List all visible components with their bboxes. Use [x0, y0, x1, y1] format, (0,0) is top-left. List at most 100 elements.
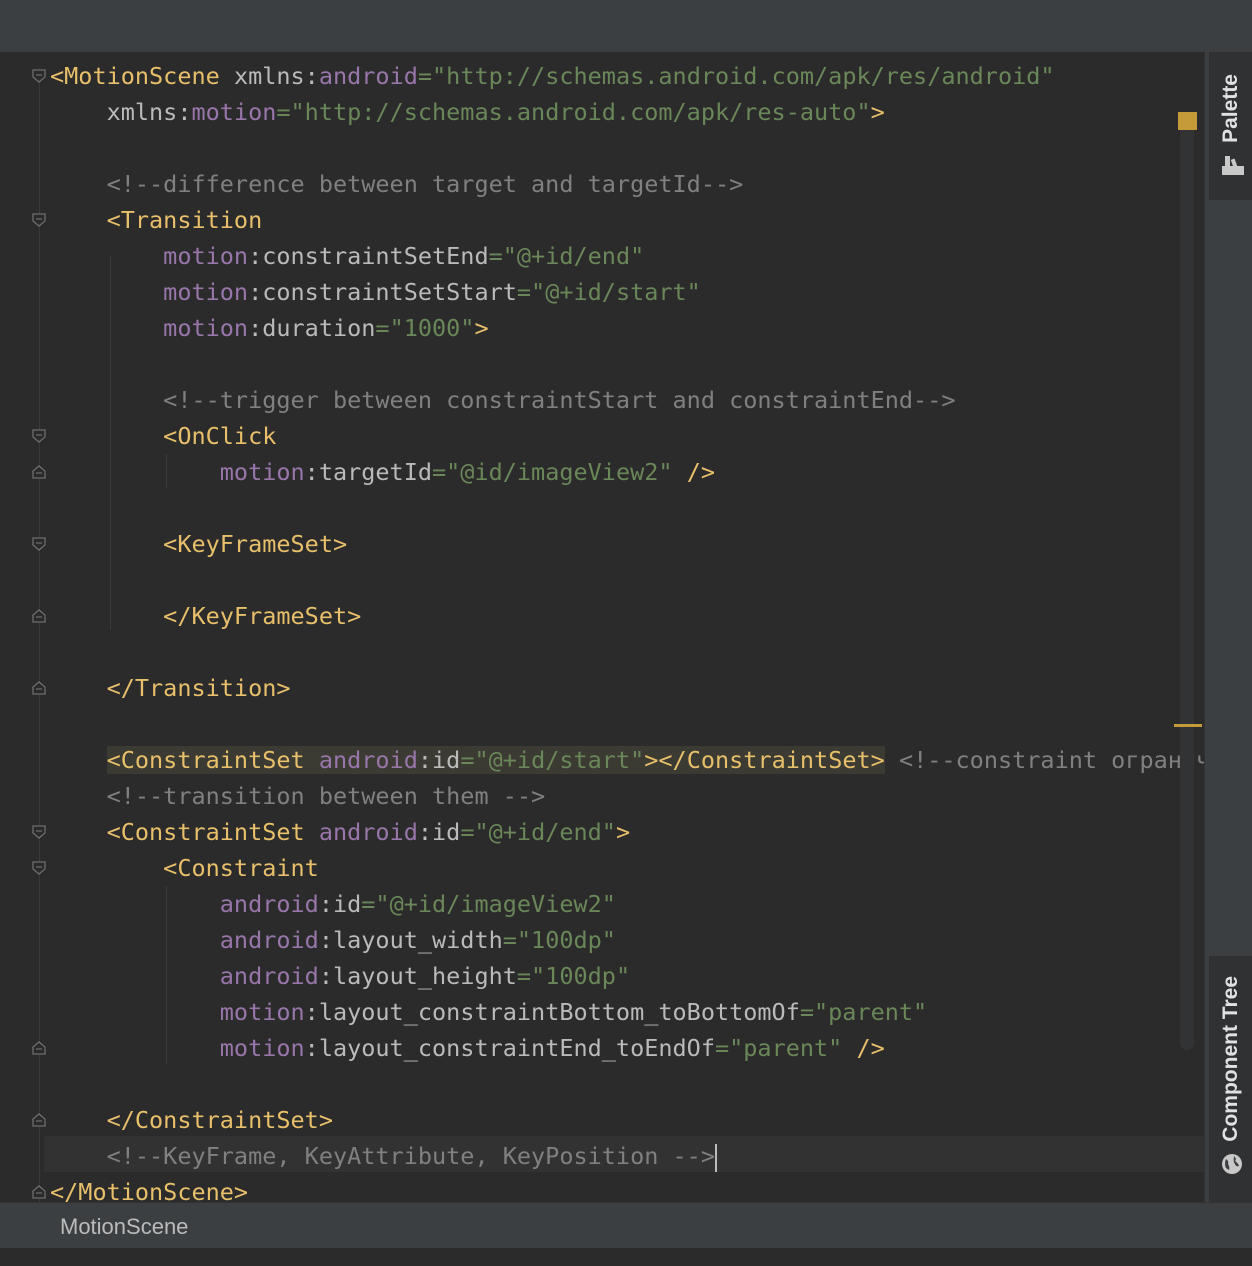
fold-open-icon[interactable]	[32, 537, 46, 551]
code-token: :layout_constraintEnd_toEndOf	[304, 1034, 715, 1062]
code-token: <ConstraintSet	[50, 818, 319, 846]
code-token: ="http://schemas.android.com/apk/res/and…	[417, 62, 1055, 90]
fold-open-icon[interactable]	[32, 69, 46, 83]
component-tree-tab[interactable]: Component Tree	[1209, 956, 1252, 1202]
code-token: </MotionScene>	[50, 1178, 249, 1202]
code-token: :targetId	[304, 458, 433, 486]
code-token: />	[672, 458, 715, 486]
code-token: ="1000"	[375, 314, 475, 342]
code-token: ="@+id/end"	[460, 818, 616, 846]
code-token: android	[318, 62, 418, 90]
code-line[interactable]: android:id="@+id/imageView2"	[50, 886, 616, 922]
code-line[interactable]: <OnClick	[50, 418, 276, 454]
fold-close-icon[interactable]	[32, 465, 46, 479]
code-line[interactable]: motion:constraintSetEnd="@+id/end"	[50, 238, 644, 274]
text-caret	[714, 1143, 717, 1172]
vertical-scrollbar[interactable]	[1180, 120, 1194, 1050]
code-token: </ConstraintSet>	[50, 1106, 333, 1134]
code-token: <Transition	[50, 206, 263, 234]
code-token: >	[870, 98, 885, 126]
code-line[interactable]: <!--transition between them -->	[50, 778, 546, 814]
code-token: :layout_constraintBottom_toBottomOf	[304, 998, 800, 1026]
code-line[interactable]: xmlns:motion="http://schemas.android.com…	[50, 94, 885, 130]
code-line[interactable]: android:layout_height="100dp"	[50, 958, 630, 994]
code-line[interactable]: motion:duration="1000">	[50, 310, 489, 346]
code-token: motion	[50, 278, 249, 306]
code-token: ="@+id/start"	[516, 278, 701, 306]
fold-close-icon[interactable]	[32, 609, 46, 623]
code-editor[interactable]: <MotionScene xmlns:android="http://schem…	[0, 52, 1204, 1202]
code-token: :layout_width	[318, 926, 503, 954]
analysis-status-icon[interactable]	[1178, 112, 1197, 130]
code-line[interactable]: </KeyFrameSet>	[50, 598, 361, 634]
code-token: <MotionScene	[50, 62, 234, 90]
code-token: :constraintSetEnd	[248, 242, 489, 270]
component-tree-tab-label: Component Tree	[1219, 976, 1242, 1142]
globe-icon	[1222, 1154, 1242, 1174]
code-line[interactable]: <Transition	[50, 202, 263, 238]
code-token: <KeyFrameSet>	[50, 530, 348, 558]
code-token: ></ConstraintSet>	[644, 746, 885, 774]
fold-close-icon[interactable]	[32, 1113, 46, 1127]
code-token: :duration	[248, 314, 376, 342]
code-line[interactable]: motion:targetId="@id/imageView2" />	[50, 454, 715, 490]
code-token: ="http://schemas.android.com/apk/res-aut…	[276, 98, 871, 126]
code-token: </Transition>	[50, 674, 291, 702]
code-token: motion	[50, 314, 249, 342]
code-token: xmlns:	[233, 62, 319, 90]
code-line[interactable]: android:layout_width="100dp"	[50, 922, 616, 958]
scrollbar-warning-marker[interactable]	[1174, 724, 1202, 727]
code-token: <!--KeyFrame, KeyAttribute, KeyPosition …	[50, 1142, 715, 1170]
code-token: <!--difference between target and target…	[50, 170, 744, 198]
breadcrumb-item-motionscene[interactable]: MotionScene	[60, 1214, 188, 1240]
code-line[interactable]: <KeyFrameSet>	[50, 526, 347, 562]
palette-icon	[1222, 156, 1244, 175]
code-token: <!--trigger between constraintStart and …	[50, 386, 956, 414]
code-line[interactable]: </Transition>	[50, 670, 291, 706]
code-token: android	[50, 962, 319, 990]
code-token: </KeyFrameSet>	[50, 602, 362, 630]
gutter-fold-line	[39, 76, 40, 1202]
code-token: ="@+id/end"	[488, 242, 645, 270]
code-line[interactable]: </MotionScene>	[50, 1174, 248, 1202]
fold-open-icon[interactable]	[32, 213, 46, 227]
code-line[interactable]: motion:layout_constraintBottom_toBottomO…	[50, 994, 927, 1030]
code-token: motion	[50, 242, 249, 270]
code-token: :id	[417, 818, 461, 846]
code-token: />	[842, 1034, 885, 1062]
code-line[interactable]: <Constraint	[50, 850, 319, 886]
code-token: motion	[50, 458, 305, 486]
palette-tab[interactable]: Palette	[1209, 52, 1252, 200]
code-token: android	[318, 746, 418, 774]
code-line[interactable]: motion:constraintSetStart="@+id/start"	[50, 274, 701, 310]
code-token: ="100dp"	[502, 926, 616, 954]
code-token: motion	[50, 998, 305, 1026]
editor-gutter	[0, 52, 46, 1202]
code-token: motion	[191, 98, 277, 126]
code-line[interactable]: <!--KeyFrame, KeyAttribute, KeyPosition …	[50, 1138, 717, 1174]
code-line[interactable]: motion:layout_constraintEnd_toEndOf="par…	[50, 1030, 885, 1066]
fold-close-icon[interactable]	[32, 1041, 46, 1055]
fold-close-icon[interactable]	[32, 681, 46, 695]
fold-open-icon[interactable]	[32, 825, 46, 839]
top-toolbar	[0, 0, 1252, 53]
code-token: :layout_height	[318, 962, 517, 990]
code-line[interactable]: <ConstraintSet android:id="@+id/end">	[50, 814, 631, 850]
code-token: android	[50, 926, 319, 954]
code-token: >	[474, 314, 489, 342]
code-line[interactable]: <MotionScene xmlns:android="http://schem…	[50, 58, 1055, 94]
code-token: <ConstraintSet	[106, 746, 319, 774]
code-token: xmlns:	[50, 98, 192, 126]
code-line[interactable]: </ConstraintSet>	[50, 1102, 333, 1138]
code-token: <OnClick	[50, 422, 277, 450]
code-token: :id	[318, 890, 362, 918]
fold-open-icon[interactable]	[32, 429, 46, 443]
fold-open-icon[interactable]	[32, 861, 46, 875]
code-line[interactable]: <!--trigger between constraintStart and …	[50, 382, 955, 418]
code-token: motion	[50, 1034, 305, 1062]
fold-close-icon[interactable]	[32, 1185, 46, 1199]
code-line[interactable]: <!--difference between target and target…	[50, 166, 744, 202]
code-token: <!--transition between them -->	[50, 782, 546, 810]
code-line[interactable]: <ConstraintSet android:id="@+id/start"><…	[50, 742, 1204, 778]
